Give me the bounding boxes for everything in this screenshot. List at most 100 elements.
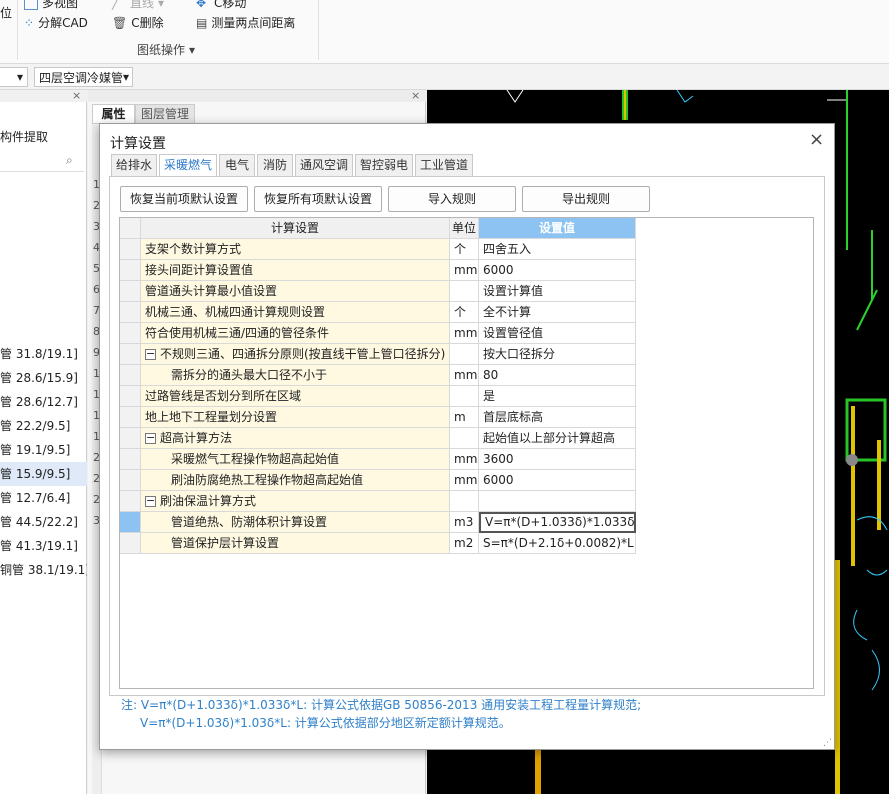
row-indicator[interactable] bbox=[120, 533, 141, 554]
row-name-text: 刷油防腐绝热工程操作物超高起始值 bbox=[171, 473, 364, 487]
row-indicator[interactable] bbox=[120, 302, 141, 323]
collapse-icon[interactable]: − bbox=[145, 495, 156, 507]
table-row-name[interactable]: 机械三通、机械四通计算规则设置 bbox=[141, 302, 450, 323]
row-indicator[interactable] bbox=[120, 491, 141, 512]
list-item[interactable]: 管 28.6/12.7] bbox=[0, 390, 87, 414]
resize-grip-icon[interactable]: ⋰ bbox=[823, 738, 832, 748]
list-item[interactable]: 管 44.5/22.2] bbox=[0, 510, 87, 534]
row-indicator[interactable] bbox=[120, 428, 141, 449]
row-indicator[interactable] bbox=[120, 470, 141, 491]
row-name-text: 接头间距计算设置值 bbox=[145, 263, 254, 277]
line-button[interactable]: ╱ 直线 ▾ bbox=[112, 0, 164, 11]
tab-5[interactable]: 智控弱电 bbox=[355, 154, 413, 176]
table-row-name[interactable]: 管道保护层计算设置 bbox=[141, 533, 450, 554]
multi-view-button[interactable]: 多视图 bbox=[24, 0, 78, 11]
row-indicator[interactable] bbox=[120, 407, 141, 428]
table-row-name[interactable]: 支架个数计算方式 bbox=[141, 239, 450, 260]
table-row-name[interactable]: − 刷油保温计算方式 bbox=[141, 491, 450, 512]
row-name-text: 机械三通、机械四通计算规则设置 bbox=[145, 305, 326, 319]
table-row-name[interactable]: 接头间距计算设置值 bbox=[141, 260, 450, 281]
list-item[interactable]: 管 12.7/6.4] bbox=[0, 486, 87, 510]
table-row-name[interactable]: − 不规则三通、四通拆分原则(按直线干管上管口径拆分) bbox=[141, 344, 450, 365]
tab-0[interactable]: 给排水 bbox=[111, 154, 157, 176]
table-row-unit: mm bbox=[450, 260, 479, 281]
tab-layer-management[interactable]: 图层管理 bbox=[135, 104, 195, 124]
table-row-name[interactable]: 采暖燃气工程操作物超高起始值 bbox=[141, 449, 450, 470]
row-name-text: 管道绝热、防潮体积计算设置 bbox=[171, 515, 328, 529]
tab-6[interactable]: 工业管道 bbox=[415, 154, 473, 176]
tab-properties[interactable]: 属性 bbox=[92, 104, 135, 124]
tab-1[interactable]: 采暖燃气 bbox=[159, 154, 217, 177]
table-row-value[interactable]: 首层底标高 bbox=[479, 407, 636, 428]
table-row-value[interactable] bbox=[479, 491, 636, 512]
collapse-icon[interactable]: − bbox=[145, 348, 156, 360]
search-icon[interactable]: ⌕ bbox=[66, 153, 73, 168]
list-item[interactable]: 管 31.8/19.1] bbox=[0, 342, 87, 366]
row-indicator[interactable] bbox=[120, 323, 141, 344]
table-row-name[interactable]: 管道绝热、防潮体积计算设置 bbox=[141, 512, 450, 533]
table-row-value[interactable]: 设置管径值 bbox=[479, 323, 636, 344]
row-indicator[interactable] bbox=[120, 260, 141, 281]
list-item[interactable]: 管 41.3/19.1] bbox=[0, 534, 87, 558]
table-row-name[interactable]: 管道通头计算最小值设置 bbox=[141, 281, 450, 302]
table-row-value[interactable]: V=π*(D+1.033δ)*1.033δ*L bbox=[479, 512, 636, 533]
list-item[interactable]: 管 19.1/9.5] bbox=[0, 438, 87, 462]
list-item[interactable]: 管 15.9/9.5] bbox=[0, 462, 87, 486]
list-item[interactable]: 管 22.2/9.5] bbox=[0, 414, 87, 438]
table-row-unit: m3 bbox=[450, 512, 479, 533]
table-row-value[interactable]: 是 bbox=[479, 386, 636, 407]
tab-4[interactable]: 通风空调 bbox=[295, 154, 353, 176]
explode-icon: ⁘ bbox=[24, 15, 35, 30]
row-indicator[interactable] bbox=[120, 512, 141, 533]
filter-combo[interactable]: ▾ bbox=[0, 67, 28, 87]
table-row-name[interactable]: 过路管线是否划分到所在区域 bbox=[141, 386, 450, 407]
row-indicator[interactable] bbox=[120, 239, 141, 260]
explode-cad-button[interactable]: ⁘ 分解CAD bbox=[24, 14, 88, 31]
row-indicator[interactable] bbox=[120, 365, 141, 386]
panel-header bbox=[88, 90, 426, 102]
layer-combo[interactable]: 四层空调冷媒管 ▾ bbox=[34, 67, 133, 87]
extract-component-label[interactable]: 构件提取 bbox=[0, 128, 48, 145]
import-rules-button[interactable]: 导入规则 bbox=[388, 186, 516, 212]
close-button[interactable]: × bbox=[809, 131, 824, 149]
cad-line bbox=[853, 516, 888, 691]
list-item[interactable]: 管 28.6/15.9] bbox=[0, 366, 87, 390]
row-indicator[interactable] bbox=[120, 344, 141, 365]
restore-all-defaults-button[interactable]: 恢复所有项默认设置 bbox=[254, 186, 382, 212]
cad-line bbox=[856, 289, 878, 331]
move-button[interactable]: ✥ C移动 bbox=[196, 0, 246, 11]
list-item[interactable]: 铜管 38.1/19.1] bbox=[0, 558, 87, 582]
table-row-value[interactable]: S=π*(D+2.1δ+0.0082)*L bbox=[479, 533, 636, 554]
table-row-value[interactable]: 全不计算 bbox=[479, 302, 636, 323]
group-drawing-ops[interactable]: 图纸操作 ▾ bbox=[137, 41, 195, 58]
restore-current-defaults-button[interactable]: 恢复当前项默认设置 bbox=[120, 186, 248, 212]
table-row-value[interactable]: 起始值以上部分计算超高 bbox=[479, 428, 636, 449]
collapse-icon[interactable]: − bbox=[145, 432, 156, 444]
tab-2[interactable]: 电气 bbox=[219, 154, 255, 176]
table-row-name[interactable]: 需拆分的通头最大口径不小于 bbox=[141, 365, 450, 386]
ribbon-cut-label: 位 bbox=[0, 6, 13, 20]
table-row-value[interactable]: 四舍五入 bbox=[479, 239, 636, 260]
table-row-value[interactable]: 3600 bbox=[479, 449, 636, 470]
table-row-value[interactable]: 6000 bbox=[479, 470, 636, 491]
table-row-value[interactable]: 设置计算值 bbox=[479, 281, 636, 302]
table-row-name[interactable]: − 超高计算方法 bbox=[141, 428, 450, 449]
table-row-name[interactable]: 刷油防腐绝热工程操作物超高起始值 bbox=[141, 470, 450, 491]
cad-circle bbox=[846, 454, 858, 466]
delete-button[interactable]: 🗑 C删除 bbox=[112, 14, 164, 31]
close-icon[interactable]: × bbox=[72, 89, 81, 102]
table-row-value[interactable]: 80 bbox=[479, 365, 636, 386]
row-indicator[interactable] bbox=[120, 449, 141, 470]
table-row-value[interactable]: 6000 bbox=[479, 260, 636, 281]
row-indicator[interactable] bbox=[120, 386, 141, 407]
table-row-name[interactable]: 地上地下工程量划分设置 bbox=[141, 407, 450, 428]
chevron-down-icon: ▾ bbox=[189, 42, 196, 57]
export-rules-button[interactable]: 导出规则 bbox=[522, 186, 650, 212]
table-row-name[interactable]: 符合使用机械三通/四通的管径条件 bbox=[141, 323, 450, 344]
row-indicator[interactable] bbox=[120, 281, 141, 302]
close-icon[interactable]: × bbox=[411, 89, 420, 102]
tab-3[interactable]: 消防 bbox=[257, 154, 293, 176]
cad-pipe bbox=[877, 440, 881, 530]
table-row-value[interactable]: 按大口径拆分 bbox=[479, 344, 636, 365]
measure-distance-button[interactable]: ▤ 测量两点间距离 bbox=[196, 14, 295, 31]
